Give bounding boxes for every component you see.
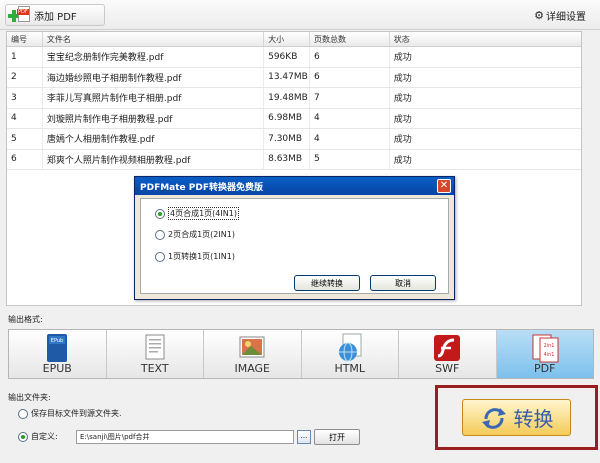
settings-label: 详细设置 xyxy=(546,12,586,23)
svg-text:4in1: 4in1 xyxy=(543,352,554,358)
convert-arrows-icon xyxy=(481,407,506,429)
convert-highlight-frame: 转换 xyxy=(435,385,598,450)
column-header-size[interactable]: 大小 xyxy=(264,32,310,46)
output-folder-label: 输出文件夹: xyxy=(8,393,51,402)
pdf-pages-icon: 2in1 4in1 xyxy=(532,334,559,363)
epub-icon: EPub xyxy=(47,334,68,362)
close-icon[interactable]: ✕ xyxy=(437,179,451,193)
add-pdf-button[interactable]: PDF 添加 PDF xyxy=(5,4,105,26)
toolbar: PDF 添加 PDF ⚙ 详细设置 xyxy=(0,0,600,30)
format-selector: EPub EPUB TEXT IMAGE HTML SWF 2in1 4in1 … xyxy=(8,329,594,379)
format-pdf-label: PDF xyxy=(534,362,556,375)
format-html[interactable]: HTML xyxy=(301,330,399,378)
table-row[interactable]: 1 宝宝纪念册制作完美教程.pdf 596KB 6 成功 xyxy=(7,47,581,68)
conversion-dialog: PDFMate PDF转换器免费版 ✕ 4页合成1页(4IN1) 2页合成1页(… xyxy=(134,176,455,300)
option-1in1[interactable]: 1页转换1页(1IN1) xyxy=(155,251,235,262)
table-row[interactable]: 6 郑爽个人照片制作视频相册教程.pdf 8.63MB 5 成功 xyxy=(7,149,581,170)
format-html-label: HTML xyxy=(334,362,366,375)
format-image-label: IMAGE xyxy=(234,362,271,375)
html-globe-icon xyxy=(338,333,362,362)
add-pdf-icon: PDF xyxy=(6,5,34,25)
radio-4in1[interactable] xyxy=(155,208,165,219)
continue-button[interactable]: 继续转换 xyxy=(294,275,360,291)
convert-label: 转换 xyxy=(513,407,554,431)
column-header-index[interactable]: 编号 xyxy=(7,32,43,46)
option-source-folder[interactable]: 保存目标文件到源文件夹. xyxy=(18,408,122,419)
open-folder-button[interactable]: 打开 xyxy=(314,429,360,445)
format-pdf[interactable]: 2in1 4in1 PDF xyxy=(496,330,593,378)
option-source-folder-label: 保存目标文件到源文件夹. xyxy=(31,409,122,418)
format-epub[interactable]: EPub EPUB xyxy=(9,330,107,378)
svg-text:EPub: EPub xyxy=(51,338,63,344)
dialog-body: 4页合成1页(4IN1) 2页合成1页(2IN1) 1页转换1页(1IN1) 继… xyxy=(140,198,449,294)
table-row[interactable]: 4 刘璇照片制作电子相册教程.pdf 6.98MB 4 成功 xyxy=(7,108,581,129)
table-row[interactable]: 3 李菲儿写真照片制作电子相册.pdf 19.48MB 7 成功 xyxy=(7,88,581,109)
option-4in1[interactable]: 4页合成1页(4IN1) xyxy=(155,207,239,220)
cancel-button[interactable]: 取消 xyxy=(370,275,436,291)
column-header-pages[interactable]: 页数总数 xyxy=(310,32,390,46)
table-header: 编号 文件名 大小 页数总数 状态 xyxy=(7,32,581,47)
table-scrollbar[interactable] xyxy=(566,32,582,305)
flash-icon xyxy=(434,335,461,361)
format-text[interactable]: TEXT xyxy=(106,330,204,378)
svg-text:2in1: 2in1 xyxy=(543,343,554,349)
format-image[interactable]: IMAGE xyxy=(204,330,302,378)
convert-button[interactable]: 转换 xyxy=(462,399,571,436)
column-header-filename[interactable]: 文件名 xyxy=(43,32,265,46)
gear-icon: ⚙ xyxy=(534,9,544,22)
format-swf-label: SWF xyxy=(435,362,460,375)
dialog-title: PDFMate PDF转换器免费版 xyxy=(135,177,454,195)
image-icon xyxy=(239,336,265,358)
table-row[interactable]: 5 唐嫣个人相册制作教程.pdf 7.30MB 4 成功 xyxy=(7,129,581,150)
settings-link[interactable]: ⚙ 详细设置 xyxy=(534,8,586,23)
add-pdf-label: 添加 PDF xyxy=(34,11,77,23)
table-row[interactable]: 2 海边婚纱照电子相册制作教程.pdf 13.47MB 6 成功 xyxy=(7,67,581,88)
browse-button[interactable]: ... xyxy=(297,430,311,444)
radio-1in1[interactable] xyxy=(155,251,165,262)
option-custom-folder-label: 自定义: xyxy=(31,432,58,441)
output-path-field[interactable]: E:\sanji\图片\pdf合并 xyxy=(76,430,294,444)
option-2in1-label: 2页合成1页(2IN1) xyxy=(168,230,235,239)
option-4in1-label: 4页合成1页(4IN1) xyxy=(168,207,239,220)
output-format-label: 输出格式: xyxy=(8,315,43,324)
format-swf[interactable]: SWF xyxy=(399,330,497,378)
radio-source-folder[interactable] xyxy=(18,408,28,419)
text-file-icon xyxy=(145,334,165,360)
option-2in1[interactable]: 2页合成1页(2IN1) xyxy=(155,229,235,240)
format-epub-label: EPUB xyxy=(42,362,72,375)
option-custom-folder[interactable]: 自定义: xyxy=(18,431,58,442)
format-text-label: TEXT xyxy=(140,362,169,375)
option-1in1-label: 1页转换1页(1IN1) xyxy=(168,252,235,261)
radio-custom-folder[interactable] xyxy=(18,431,28,442)
radio-2in1[interactable] xyxy=(155,229,165,240)
column-header-status[interactable]: 状态 xyxy=(390,32,581,46)
